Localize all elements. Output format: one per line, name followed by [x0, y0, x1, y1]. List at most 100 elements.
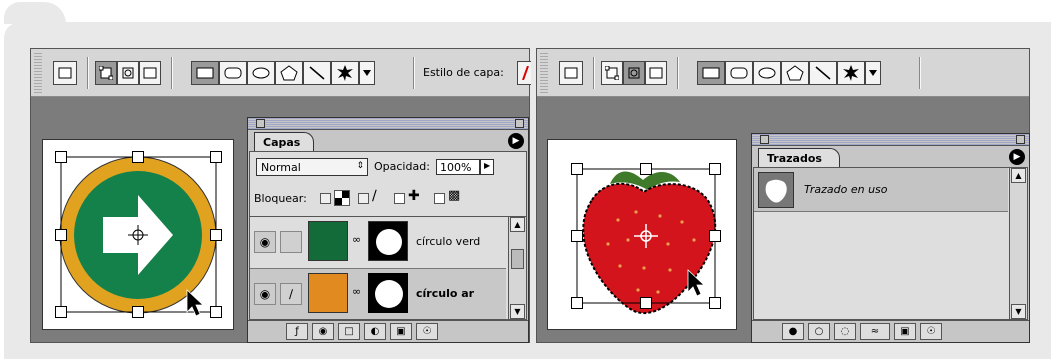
layer-mask-thumbnail: [368, 221, 408, 261]
layer-row[interactable]: ◉ ∕ ∞ círculo ar: [250, 269, 506, 319]
layer-style-picker[interactable]: [517, 61, 531, 85]
scroll-thumb[interactable]: [511, 249, 524, 269]
path-row[interactable]: Trazado en uso: [754, 168, 1008, 212]
add-mask-button[interactable]: ◉: [312, 323, 334, 340]
new-layer-icon[interactable]: ▣: [390, 323, 412, 340]
eye-icon[interactable]: ◉: [254, 283, 276, 305]
transform-handle[interactable]: [55, 229, 67, 241]
line-tool-button[interactable]: [809, 61, 837, 85]
opacity-slider-button[interactable]: ▶: [480, 159, 494, 175]
fill-path-button[interactable]: ●: [782, 323, 804, 340]
adjustment-layer-button[interactable]: ◐: [364, 323, 386, 340]
circle-arrow-menu-icon[interactable]: ▶: [508, 133, 524, 149]
transform-handle[interactable]: [709, 163, 721, 175]
ellipse-tool-button[interactable]: [247, 61, 275, 85]
transform-handle[interactable]: [709, 297, 721, 309]
layers-panel-footer: ƒ ◉ □ ◐ ▣ ☉: [248, 320, 528, 342]
layer-name[interactable]: círculo ar: [416, 287, 474, 300]
layer-link-box[interactable]: [280, 231, 302, 253]
blend-mode-select[interactable]: Normal ⇕: [256, 158, 368, 176]
tab-capas[interactable]: Capas: [254, 132, 314, 151]
toolbar-separator: [171, 57, 172, 89]
custom-shape-tool-button[interactable]: [837, 61, 865, 85]
new-layer-mode-button[interactable]: [53, 61, 77, 85]
paths-mode-button[interactable]: [117, 61, 139, 85]
layer-name[interactable]: círculo verd: [416, 235, 480, 248]
paths-scrollbar[interactable]: ▲ ▼: [1009, 168, 1027, 319]
new-path-icon[interactable]: ▣: [894, 323, 916, 340]
paths-mode-button[interactable]: [623, 61, 645, 85]
shape-layers-button[interactable]: [601, 61, 623, 85]
toolbar-grip[interactable]: [540, 52, 548, 93]
path-name[interactable]: Trazado en uso: [804, 183, 888, 196]
circle-arrow-menu-icon[interactable]: ▶: [1009, 149, 1025, 165]
transform-handle[interactable]: [132, 151, 144, 163]
transform-handle[interactable]: [210, 306, 222, 318]
brush-icon: ∕: [372, 188, 377, 204]
trash-icon[interactable]: ☉: [416, 323, 438, 340]
toolbar-separator: [413, 57, 414, 89]
scroll-up-button[interactable]: ▲: [510, 217, 525, 232]
ellipse-tool-button[interactable]: [753, 61, 781, 85]
lock-all-checkbox[interactable]: [434, 193, 445, 204]
lock-pixels-checkbox[interactable]: [358, 193, 369, 204]
toolbar-separator: [593, 57, 594, 89]
rectangle-tool-button[interactable]: [697, 61, 725, 85]
document-canvas[interactable]: [547, 139, 737, 330]
layers-scrollbar[interactable]: ▲ ▼: [508, 217, 526, 319]
fill-pixels-button[interactable]: [139, 61, 161, 85]
opacity-field[interactable]: 100%: [436, 159, 480, 175]
panel-zoom-box[interactable]: [515, 119, 524, 128]
rectangle-tool-button[interactable]: [191, 61, 219, 85]
layer-row[interactable]: ◉ ∞ círculo verd: [250, 217, 506, 269]
transform-handle[interactable]: [55, 306, 67, 318]
transform-handle[interactable]: [571, 297, 583, 309]
transform-handle[interactable]: [709, 230, 721, 242]
lock-label: Bloquear:: [254, 192, 307, 205]
layer-color-thumbnail: [308, 273, 348, 313]
rounded-rectangle-tool-button[interactable]: [219, 61, 247, 85]
document-canvas[interactable]: [42, 139, 234, 330]
panel-title-bar[interactable]: [752, 134, 1029, 146]
layers-panel: Capas ▶ Normal ⇕ Opacidad: 100% ▶ Bloque…: [247, 117, 529, 343]
panel-close-box[interactable]: [760, 135, 769, 144]
shape-layers-button[interactable]: [95, 61, 117, 85]
load-selection-button[interactable]: ◌: [834, 323, 856, 340]
shape-dropdown-button[interactable]: [865, 61, 881, 85]
transform-handle[interactable]: [571, 163, 583, 175]
chain-link-icon: ∞: [352, 285, 362, 298]
transform-handle[interactable]: [132, 306, 144, 318]
tab-trazados[interactable]: Trazados: [758, 148, 840, 167]
scroll-down-button[interactable]: ▼: [510, 304, 525, 319]
stroke-path-button[interactable]: ○: [808, 323, 830, 340]
transform-handle[interactable]: [640, 297, 652, 309]
folder-icon[interactable]: □: [338, 323, 360, 340]
transform-handle[interactable]: [55, 151, 67, 163]
transform-handle[interactable]: [571, 230, 583, 242]
polygon-tool-button[interactable]: [781, 61, 809, 85]
fill-pixels-button[interactable]: [645, 61, 667, 85]
eye-icon[interactable]: ◉: [254, 231, 276, 253]
custom-shape-tool-button[interactable]: [331, 61, 359, 85]
panel-title-bar[interactable]: [248, 118, 528, 130]
shape-dropdown-button[interactable]: [359, 61, 375, 85]
panel-zoom-box[interactable]: [1016, 135, 1025, 144]
new-layer-mode-button[interactable]: [559, 61, 583, 85]
transform-handle[interactable]: [210, 151, 222, 163]
lock-transparency-checkbox[interactable]: [320, 193, 331, 204]
panel-close-box[interactable]: [256, 119, 265, 128]
brush-icon[interactable]: ∕: [280, 283, 302, 305]
transform-handle[interactable]: [640, 163, 652, 175]
scroll-up-button[interactable]: ▲: [1011, 168, 1026, 183]
transform-handle[interactable]: [210, 229, 222, 241]
lock-position-checkbox[interactable]: [394, 193, 405, 204]
scroll-down-button[interactable]: ▼: [1011, 304, 1026, 319]
make-work-path-button[interactable]: ≈: [860, 323, 890, 340]
layer-style-button[interactable]: ƒ: [286, 323, 308, 340]
options-toolbar: Estilo de capa:: [31, 49, 531, 97]
line-tool-button[interactable]: [303, 61, 331, 85]
toolbar-grip[interactable]: [34, 52, 42, 93]
rounded-rectangle-tool-button[interactable]: [725, 61, 753, 85]
trash-icon[interactable]: ☉: [920, 323, 942, 340]
polygon-tool-button[interactable]: [275, 61, 303, 85]
